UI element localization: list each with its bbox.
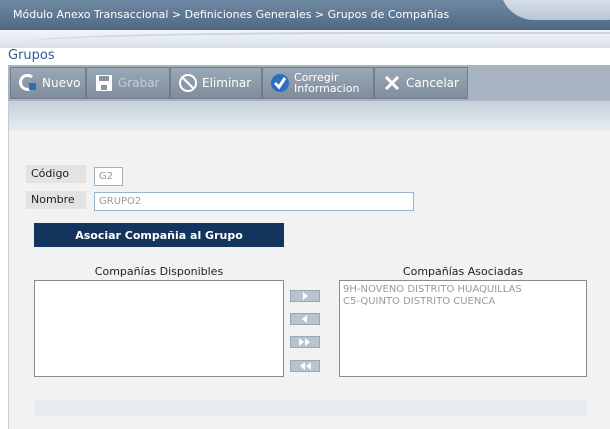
list-item[interactable]: 9H-NOVENO DISTRITO HUAQUILLAS	[340, 284, 586, 296]
grabar-label: Grabar	[118, 76, 160, 90]
status-bar	[34, 400, 586, 416]
prohibited-delete-icon	[177, 72, 199, 94]
double-arrow-left-icon	[300, 362, 311, 370]
associated-list-title: Compañías Asociadas	[402, 265, 524, 278]
grabar-button[interactable]: Grabar	[86, 67, 170, 99]
nuevo-label: Nuevo	[42, 76, 81, 90]
asociar-compania-button[interactable]: Asociar Compañia al Grupo	[34, 223, 284, 247]
associated-companies-list[interactable]: 9H-NOVENO DISTRITO HUAQUILLAS C5-QUINTO …	[339, 280, 587, 377]
codigo-label: Código	[26, 165, 86, 183]
move-all-right-button[interactable]	[290, 336, 320, 348]
save-disk-icon	[93, 72, 115, 94]
cancelar-label: Cancelar	[406, 76, 459, 90]
corregir-label: Corregir Informacion	[294, 72, 359, 94]
app-title-bar: Módulo Anexo Transaccional > Definicione…	[0, 0, 610, 30]
header-swoosh-decoration	[500, 0, 610, 20]
arrow-left-icon	[302, 315, 307, 323]
toolbar-bottom-band	[8, 101, 610, 131]
nuevo-button[interactable]: Nuevo	[10, 67, 86, 99]
page-title: Grupos	[8, 48, 55, 63]
move-left-button[interactable]	[290, 313, 320, 325]
new-refresh-icon	[17, 72, 39, 94]
toolbar: Nuevo Grabar Eliminar Corregir Informaci…	[8, 65, 610, 101]
header-curve-decoration	[30, 32, 610, 48]
available-list-title: Compañías Disponibles	[94, 265, 224, 278]
content-left-border	[8, 101, 9, 429]
close-x-icon	[381, 72, 403, 94]
eliminar-label: Eliminar	[202, 76, 252, 90]
corregir-informacion-button[interactable]: Corregir Informacion	[262, 67, 374, 99]
available-companies-list[interactable]	[34, 280, 284, 377]
breadcrumb: Módulo Anexo Transaccional > Definicione…	[13, 8, 450, 21]
nombre-label: Nombre	[26, 191, 86, 209]
double-arrow-right-icon	[299, 338, 310, 346]
cancelar-button[interactable]: Cancelar	[374, 67, 468, 99]
list-item[interactable]: C5-QUINTO DISTRITO CUENCA	[340, 296, 586, 308]
corregir-label-line2: Informacion	[294, 82, 360, 95]
header-subband	[0, 30, 610, 48]
codigo-field[interactable]	[94, 167, 123, 186]
move-all-left-button[interactable]	[290, 360, 320, 372]
move-right-button[interactable]	[290, 290, 320, 302]
eliminar-button[interactable]: Eliminar	[170, 67, 262, 99]
nombre-field[interactable]	[94, 192, 414, 211]
checkmark-icon	[269, 72, 291, 94]
arrow-right-icon	[303, 292, 308, 300]
